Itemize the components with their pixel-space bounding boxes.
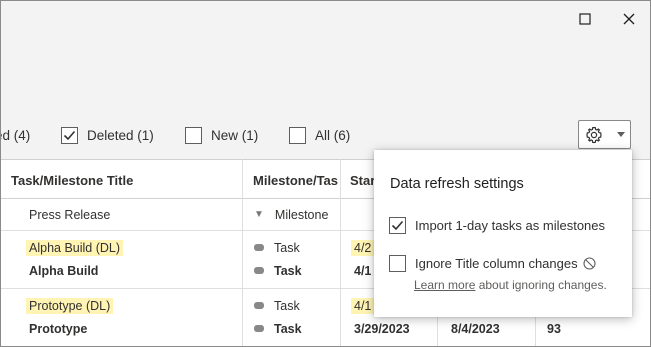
row-type-task: Task [254, 299, 300, 313]
column-divider [242, 159, 243, 346]
row-type-task: Task [254, 322, 302, 336]
close-button[interactable] [607, 1, 650, 37]
gear-icon [586, 126, 602, 144]
task-icon [254, 267, 264, 275]
row-type-task: Task [254, 264, 302, 278]
import-milestones-checkbox[interactable] [389, 217, 406, 234]
ignore-help-text: Learn more about ignoring changes. [414, 278, 607, 292]
maximize-icon [579, 13, 591, 25]
row-end-date: 8/4/2023 [451, 322, 500, 336]
filter-new[interactable]: New (1) [185, 124, 258, 146]
filter-deleted[interactable]: Deleted (1) [61, 124, 154, 146]
filter-deleted-checkbox[interactable] [61, 126, 78, 144]
filter-edited[interactable]: ed (4) [1, 124, 31, 146]
row-extra-value: 93 [547, 322, 561, 336]
row-title-alpha-build[interactable]: Alpha Build [29, 264, 98, 278]
row-title-alpha-build-dl[interactable]: Alpha Build (DL) [26, 240, 124, 256]
learn-more-suffix: about ignoring changes. [475, 278, 607, 292]
row-title-prototype[interactable]: Prototype [29, 322, 87, 336]
filter-edited-label: ed (4) [1, 127, 31, 143]
column-header-title[interactable]: Task/Milestone Title [11, 160, 241, 199]
row-type-task: Task [254, 241, 300, 255]
chevron-down-icon [617, 132, 625, 137]
task-icon [254, 325, 264, 333]
title-bar [1, 1, 650, 37]
checkmark-icon [63, 130, 76, 140]
row-start-date: 4/2 [351, 240, 375, 256]
import-milestones-option[interactable]: Import 1-day tasks as milestones [389, 217, 605, 234]
ban-icon [583, 257, 596, 270]
settings-button[interactable] [578, 120, 631, 149]
filter-all-checkbox[interactable] [289, 126, 306, 144]
filter-new-label: New (1) [211, 127, 259, 143]
ignore-title-option[interactable]: Ignore Title column changes [389, 255, 596, 272]
row-title-press-release[interactable]: Press Release [29, 208, 110, 222]
ignore-title-label: Ignore Title column changes [415, 256, 578, 271]
filter-new-checkbox[interactable] [185, 126, 202, 144]
row-title-prototype-dl[interactable]: Prototype (DL) [26, 298, 114, 314]
close-icon [623, 13, 635, 25]
app-window: ed (4) Deleted (1) New (1) All (6) Task/… [0, 0, 651, 347]
row-start-date: 4/1 [351, 298, 375, 314]
filter-all[interactable]: All (6) [289, 124, 350, 146]
row-type-milestone: ▼ Milestone [254, 208, 329, 222]
data-refresh-settings-popup: Data refresh settings Import 1-day tasks… [374, 150, 632, 317]
import-milestones-label: Import 1-day tasks as milestones [415, 218, 606, 233]
column-header-type[interactable]: Milestone/Tas [253, 160, 341, 199]
learn-more-link[interactable]: Learn more [414, 278, 475, 292]
row-start-date: 3/29/2023 [354, 322, 410, 336]
task-icon [254, 302, 264, 310]
task-icon [254, 244, 264, 252]
milestone-icon: ▼ [254, 209, 264, 221]
ignore-title-checkbox[interactable] [389, 255, 406, 272]
filter-all-label: All (6) [315, 127, 351, 143]
checkmark-icon [391, 220, 404, 231]
popup-title: Data refresh settings [390, 176, 524, 192]
filter-deleted-label: Deleted (1) [87, 127, 154, 143]
maximize-button[interactable] [563, 1, 607, 37]
column-divider [340, 159, 341, 346]
row-start-date: 4/1 [354, 264, 372, 278]
